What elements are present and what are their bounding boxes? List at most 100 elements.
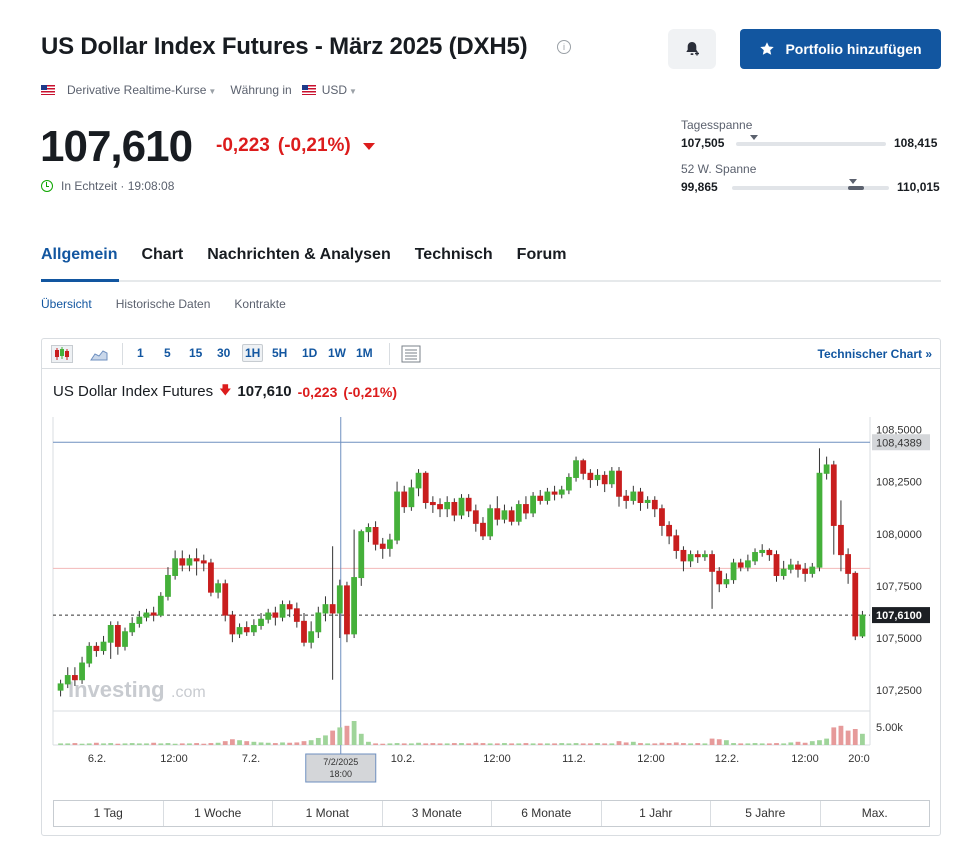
volume-bar bbox=[716, 739, 722, 745]
candle-body bbox=[394, 491, 400, 541]
us-flag-icon bbox=[41, 85, 55, 95]
candle-body bbox=[773, 554, 780, 576]
volume-bar bbox=[387, 743, 393, 745]
volume-bar bbox=[437, 743, 443, 745]
day-range-label: Tagesspanne bbox=[681, 118, 753, 132]
crosshair-label: 18:00 bbox=[329, 769, 352, 779]
x-axis-label: 10.2. bbox=[391, 753, 415, 765]
candle-body bbox=[79, 662, 85, 681]
candle-body bbox=[472, 510, 479, 524]
candle-body bbox=[458, 497, 465, 516]
period-6-months[interactable]: 6 Monate bbox=[492, 801, 602, 826]
create-alert-button[interactable] bbox=[668, 29, 716, 69]
volume-bar bbox=[566, 743, 572, 745]
y-axis-label: 107,2500 bbox=[876, 685, 922, 697]
source-selector[interactable]: Derivative Realtime-Kurse ▼ bbox=[67, 83, 216, 97]
x-axis-label: 12:00 bbox=[791, 753, 819, 765]
candle-body bbox=[379, 543, 386, 549]
candle-body bbox=[351, 577, 358, 635]
volume-bar bbox=[408, 743, 414, 745]
period-1-year[interactable]: 1 Jahr bbox=[602, 801, 711, 826]
tab-allgemein[interactable]: Allgemein bbox=[41, 246, 117, 264]
volume-bar bbox=[673, 742, 679, 745]
volume-bar bbox=[172, 743, 178, 745]
candle-body bbox=[809, 566, 816, 574]
x-axis-label: 20:0 bbox=[848, 753, 869, 765]
add-to-portfolio-button[interactable]: Portfolio hinzufügen bbox=[740, 29, 941, 69]
subtab-historical-data[interactable]: Historische Daten bbox=[116, 297, 211, 311]
price-change: -0,223 (-0,21%) bbox=[216, 135, 375, 157]
price-chart[interactable]: Investing .com108,5000108,2500108,0000107… bbox=[42, 339, 940, 795]
volume-bar bbox=[809, 741, 815, 745]
info-icon[interactable]: i bbox=[557, 40, 571, 54]
candle-body bbox=[823, 464, 830, 474]
candle-body bbox=[444, 501, 451, 510]
tab-news-analysis[interactable]: Nachrichten & Analysen bbox=[207, 246, 390, 264]
period-1-day[interactable]: 1 Tag bbox=[54, 801, 164, 826]
volume-bar bbox=[136, 743, 142, 745]
candle-body bbox=[165, 574, 171, 597]
candle-body bbox=[186, 558, 193, 566]
tab-forum[interactable]: Forum bbox=[517, 246, 567, 264]
tab-chart[interactable]: Chart bbox=[141, 246, 183, 264]
volume-bar bbox=[545, 743, 550, 745]
candle-body bbox=[437, 504, 443, 510]
volume-axis-label: 5.00k bbox=[876, 722, 903, 734]
candle-body bbox=[387, 539, 393, 549]
volume-bar bbox=[208, 743, 214, 745]
candle-body bbox=[587, 472, 594, 481]
volume-bar bbox=[401, 743, 407, 745]
x-axis-label: 12:00 bbox=[483, 753, 511, 765]
volume-bar bbox=[702, 743, 708, 745]
candle-body bbox=[71, 675, 78, 681]
candle-body bbox=[608, 470, 615, 485]
period-1-month[interactable]: 1 Monat bbox=[273, 801, 383, 826]
us-flag-icon bbox=[301, 85, 316, 95]
candle-body bbox=[766, 549, 773, 556]
subtab-overview[interactable]: Übersicht bbox=[41, 297, 92, 311]
currency-selector[interactable]: USD ▼ bbox=[322, 83, 357, 97]
volume-bar bbox=[688, 743, 693, 745]
volume-bar bbox=[93, 742, 99, 745]
volume-bar bbox=[552, 743, 557, 745]
volume-bar bbox=[416, 742, 421, 745]
candle-body bbox=[594, 474, 601, 481]
x-axis-label: 12:00 bbox=[637, 753, 665, 765]
volume-bar bbox=[516, 743, 522, 745]
volume-bar bbox=[158, 743, 164, 745]
volume-bar bbox=[423, 743, 429, 745]
period-max[interactable]: Max. bbox=[821, 801, 930, 826]
candle-body bbox=[508, 510, 515, 522]
subtab-contracts[interactable]: Kontrakte bbox=[234, 297, 285, 311]
volume-bar bbox=[215, 742, 221, 745]
volume-bar bbox=[666, 743, 672, 745]
candle-body bbox=[752, 552, 758, 562]
candle-body bbox=[787, 564, 794, 570]
period-5-years[interactable]: 5 Jahre bbox=[711, 801, 821, 826]
period-1-week[interactable]: 1 Woche bbox=[164, 801, 273, 826]
candle-body bbox=[315, 612, 322, 633]
day-range-bar bbox=[736, 142, 886, 146]
candle-body bbox=[358, 531, 365, 579]
volume-bar bbox=[222, 741, 228, 745]
volume-bar bbox=[287, 742, 293, 745]
volume-bar bbox=[766, 743, 772, 745]
volume-bar bbox=[394, 743, 400, 745]
candle-body bbox=[107, 625, 114, 643]
week52-range-label: 52 W. Spanne bbox=[681, 162, 757, 176]
day-range-high: 108,415 bbox=[894, 136, 938, 150]
candle-body bbox=[200, 560, 207, 564]
tab-technical[interactable]: Technisch bbox=[415, 246, 493, 264]
y-axis-label: 108,0000 bbox=[876, 529, 922, 541]
candle-body bbox=[86, 645, 93, 664]
volume-bar bbox=[265, 742, 271, 745]
change-value: -0,223 bbox=[216, 135, 270, 156]
candle-body bbox=[859, 614, 866, 637]
period-3-months[interactable]: 3 Monate bbox=[383, 801, 492, 826]
candle-body bbox=[852, 572, 859, 637]
volume-bar bbox=[144, 743, 149, 745]
candle-body bbox=[723, 579, 730, 585]
volume-bar bbox=[165, 743, 171, 745]
volume-bar bbox=[774, 743, 779, 745]
candle-body bbox=[150, 612, 157, 616]
